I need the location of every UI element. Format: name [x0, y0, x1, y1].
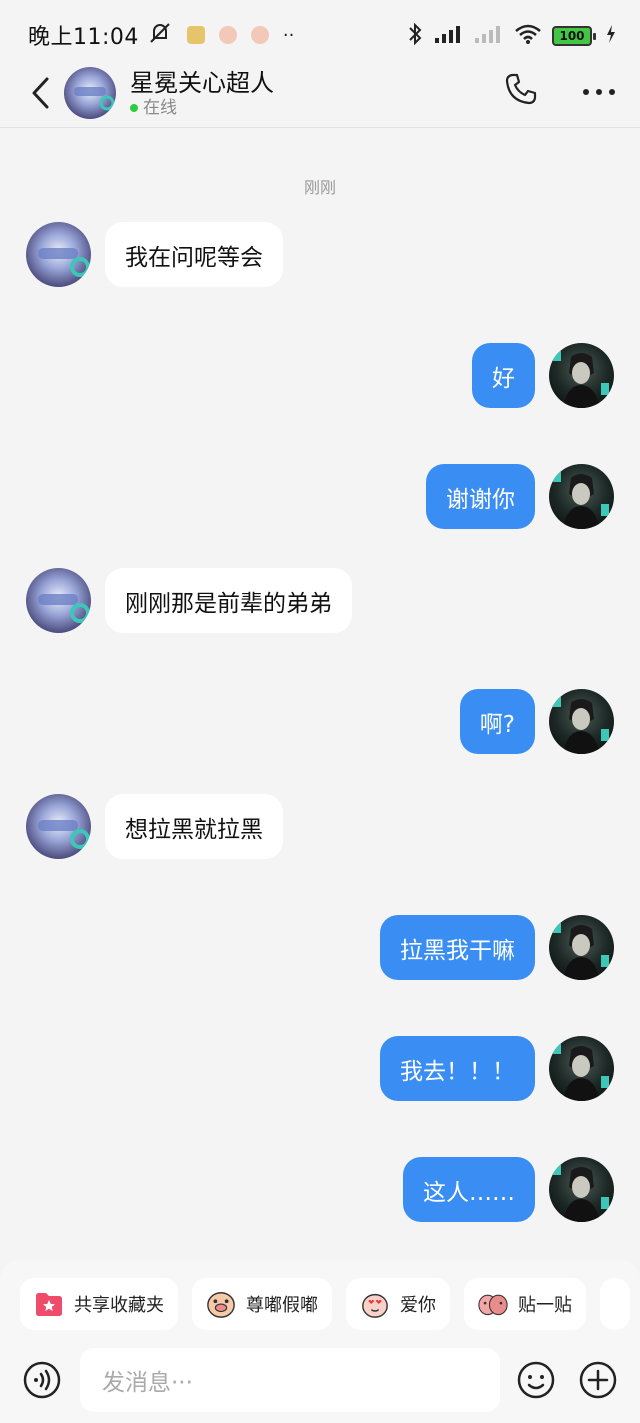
message-bubble-outgoing[interactable]: 啊? [459, 689, 535, 754]
wifi-icon [514, 23, 542, 49]
shared-favorites-icon [34, 1289, 64, 1319]
message-row-incoming: 刚刚那是前辈的弟弟 [26, 568, 352, 633]
contact-avatar[interactable] [26, 568, 91, 633]
message-row-outgoing: 我去！！！ [380, 1036, 614, 1101]
pig-notification-icon [250, 26, 269, 44]
quick-actions-bar: 共享收藏夹 尊嘟假嘟 爱你 贴一贴 [20, 1278, 630, 1330]
quick-action-label: 尊嘟假嘟 [246, 1295, 318, 1316]
message-bubble-outgoing[interactable]: 好 [472, 343, 535, 408]
user-avatar[interactable] [549, 343, 614, 408]
quick-action-cuddle-sticker[interactable]: 贴一贴 [464, 1278, 586, 1330]
phone-icon[interactable] [504, 72, 538, 110]
online-dot-icon [130, 103, 138, 112]
user-avatar[interactable] [549, 915, 614, 980]
message-bubble-incoming[interactable]: 想拉黑就拉黑 [105, 794, 283, 859]
mute-alarm-icon [147, 20, 173, 50]
bluetooth-icon [406, 22, 424, 50]
message-input[interactable]: 发消息··· [80, 1348, 500, 1412]
message-row-outgoing: 拉黑我干嘛 [380, 915, 614, 980]
battery-indicator: 100 [552, 26, 596, 46]
voice-input-icon[interactable] [22, 1360, 62, 1400]
pig-notification-icon [218, 26, 237, 44]
status-left-icons: ·· [147, 20, 294, 50]
signal-secondary-icon [474, 24, 504, 48]
message-row-incoming: 我在问呢等会 [26, 222, 283, 287]
chat-header: 星冕关心超人 在线 [0, 58, 640, 128]
header-actions [504, 72, 616, 110]
message-bubble-outgoing[interactable]: 这人…… [403, 1157, 535, 1222]
charging-icon [606, 25, 616, 47]
emoji-icon[interactable] [516, 1360, 556, 1400]
back-button[interactable] [20, 73, 60, 113]
quick-action-label: 贴一贴 [518, 1295, 572, 1316]
status-right: 100 [406, 22, 616, 50]
composer-panel: 共享收藏夹 尊嘟假嘟 爱你 贴一贴 发消息··· [0, 1260, 640, 1423]
message-bubble-outgoing[interactable]: 谢谢你 [426, 464, 535, 529]
pig-face-sticker-icon [206, 1289, 236, 1319]
user-avatar[interactable] [549, 1157, 614, 1222]
user-avatar[interactable] [549, 689, 614, 754]
contact-avatar[interactable] [26, 794, 91, 859]
user-avatar[interactable] [549, 464, 614, 529]
message-row-outgoing: 啊? [459, 689, 614, 754]
presence-label: 在线 [143, 97, 177, 118]
contact-info[interactable]: 星冕关心超人 在线 [130, 68, 274, 118]
contact-avatar[interactable] [64, 66, 116, 119]
input-row: 发消息··· [0, 1348, 640, 1412]
plus-icon[interactable] [578, 1360, 618, 1400]
user-avatar[interactable] [549, 1036, 614, 1101]
more-notifications-icon: ·· [282, 24, 295, 46]
cuddle-sticker-icon [478, 1289, 508, 1319]
quick-action-love-sticker[interactable]: 爱你 [346, 1278, 450, 1330]
contact-name: 星冕关心超人 [130, 68, 274, 97]
message-row-outgoing: 这人…… [403, 1157, 614, 1222]
presence-status: 在线 [130, 98, 274, 118]
quick-action-label: 共享收藏夹 [74, 1295, 164, 1316]
quick-action-shared-favorites[interactable]: 共享收藏夹 [20, 1278, 178, 1330]
quick-action-overflow[interactable] [600, 1278, 630, 1330]
message-bubble-outgoing[interactable]: 拉黑我干嘛 [380, 915, 535, 980]
more-options-icon[interactable] [582, 82, 616, 101]
message-bubble-outgoing[interactable]: 我去！！！ [380, 1036, 535, 1101]
message-bubble-incoming[interactable]: 我在问呢等会 [105, 222, 283, 287]
message-row-incoming: 想拉黑就拉黑 [26, 794, 283, 859]
love-sticker-icon [360, 1289, 390, 1319]
quick-action-label: 爱你 [400, 1295, 436, 1316]
message-row-outgoing: 谢谢你 [426, 464, 614, 529]
contact-avatar[interactable] [26, 222, 91, 287]
status-time: 晚上11:04 [28, 25, 139, 50]
chevron-left-icon [32, 77, 49, 108]
message-bubble-incoming[interactable]: 刚刚那是前辈的弟弟 [105, 568, 352, 633]
app-notification-icon [186, 26, 205, 44]
quick-action-pig-sticker[interactable]: 尊嘟假嘟 [192, 1278, 332, 1330]
message-row-outgoing: 好 [472, 343, 614, 408]
chat-timestamp: 刚刚 [303, 178, 336, 197]
signal-icon [434, 24, 464, 48]
